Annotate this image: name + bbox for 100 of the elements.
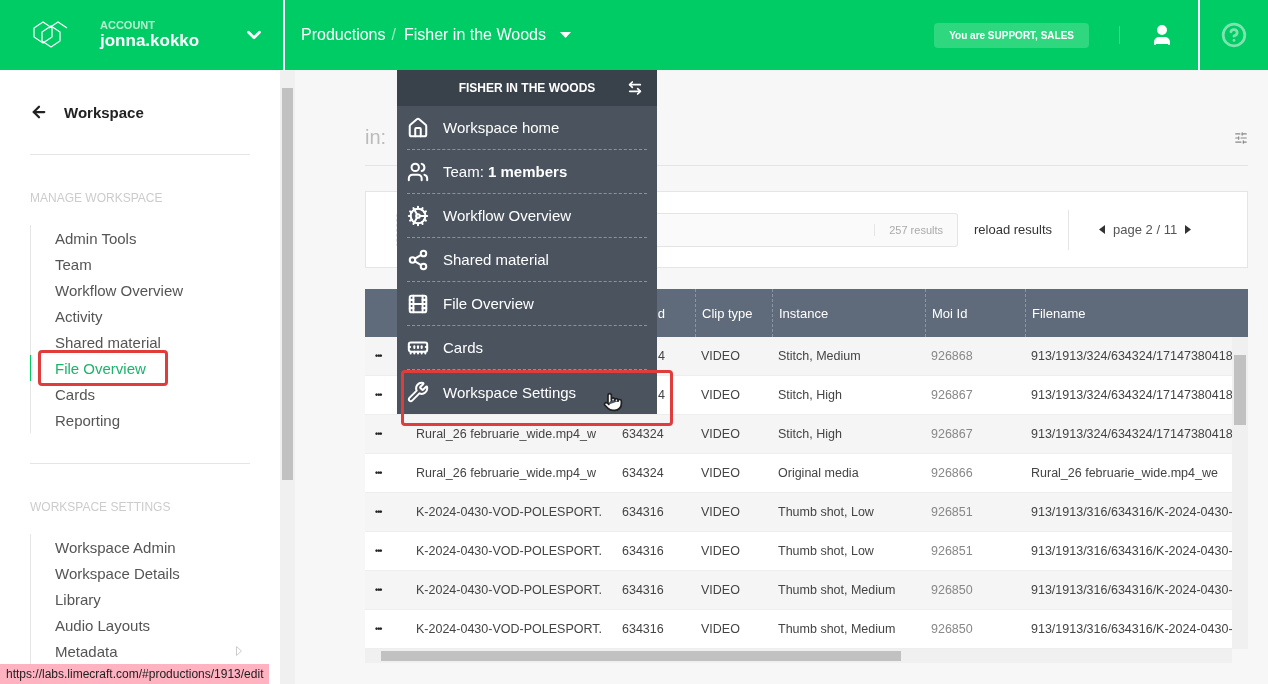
table-cell: 926868 bbox=[931, 349, 973, 363]
table-row[interactable]: ••• Rural_26 februarie_wide.mp4_w 634324 VIDEO Original media 926866 Rural_26 februarie_wide.mp4_we bbox=[365, 454, 1232, 493]
table-cell: 634324 bbox=[622, 427, 664, 441]
menu-item[interactable]: Workflow Overview bbox=[407, 194, 647, 238]
film-icon bbox=[407, 292, 429, 315]
share-icon bbox=[407, 248, 429, 271]
page-indicator: page 2 / 11 bbox=[1113, 222, 1178, 237]
table-cell: K-2024-0430-VOD-POLESPORT. bbox=[416, 544, 602, 558]
wrench-icon bbox=[407, 381, 429, 403]
table-cell: Stitch, High bbox=[778, 427, 842, 441]
menu-item[interactable]: Shared material bbox=[407, 238, 647, 282]
house-icon bbox=[407, 116, 429, 139]
table-cell: K-2024-0430-VOD-POLESPORT. bbox=[416, 505, 602, 519]
sidebar-item[interactable]: Reporting bbox=[30, 407, 250, 433]
menu-item[interactable]: File Overview bbox=[407, 282, 647, 326]
next-page-icon[interactable] bbox=[1185, 225, 1192, 234]
logo-icon[interactable] bbox=[32, 20, 68, 50]
menu-item[interactable]: Cards bbox=[407, 326, 647, 370]
account-name: jonna.kokko bbox=[100, 31, 201, 51]
previous-page-icon[interactable] bbox=[1099, 225, 1106, 234]
help-icon[interactable] bbox=[1221, 22, 1247, 48]
sidebar-item[interactable]: Audio Layouts bbox=[30, 612, 250, 638]
caret-icon[interactable] bbox=[559, 32, 571, 38]
table-cell: 913/1913/324/634324/17147380418 bbox=[1031, 427, 1233, 441]
row-actions[interactable]: ••• bbox=[375, 624, 382, 634]
column-header[interactable]: Instance bbox=[779, 305, 829, 321]
table-cell: K-2024-0430-VOD-POLESPORT. bbox=[416, 622, 602, 636]
sidebar-item[interactable]: Shared material bbox=[30, 329, 250, 355]
column-header[interactable]: d bbox=[657, 305, 665, 321]
filter-settings-icon[interactable] bbox=[1234, 130, 1248, 145]
swap-icon[interactable] bbox=[627, 80, 643, 96]
reload-button[interactable]: reload results bbox=[958, 209, 1070, 250]
table-cell: VIDEO bbox=[701, 427, 740, 441]
table-cell: 634316 bbox=[622, 544, 664, 558]
table-cell: 926851 bbox=[931, 505, 973, 519]
table-cell: 913/1913/316/634316/K-2024-0430- bbox=[1031, 583, 1233, 597]
table-cell: Thumb shot, Low bbox=[778, 505, 874, 519]
table-cell: Stitch, High bbox=[778, 388, 842, 402]
sidebar-item[interactable]: Library bbox=[30, 586, 250, 612]
row-actions[interactable]: ••• bbox=[375, 351, 382, 361]
table-cell: 926867 bbox=[931, 388, 973, 402]
table-cell: 926850 bbox=[931, 622, 973, 636]
role-badge: You are SUPPORT, SALES bbox=[934, 22, 1089, 48]
row-actions[interactable]: ••• bbox=[375, 507, 382, 517]
breadcrumb-separator: / bbox=[391, 26, 396, 44]
sidebar-item[interactable]: Team bbox=[30, 251, 250, 277]
table-cell: 4 bbox=[658, 388, 665, 402]
row-actions[interactable]: ••• bbox=[375, 585, 382, 595]
table-cell: VIDEO bbox=[701, 466, 740, 480]
sidebar-item[interactable]: Cards bbox=[30, 381, 250, 407]
table-cell: 634316 bbox=[622, 622, 664, 636]
table-cell: 913/1913/316/634316/K-2024-0430- bbox=[1031, 505, 1233, 519]
table-cell: Rural_26 februarie_wide.mp4_w bbox=[416, 466, 596, 480]
table-cell: K-2024-0430-VOD-POLESPORT. bbox=[416, 583, 602, 597]
row-actions[interactable]: ••• bbox=[375, 390, 382, 400]
scrollbar[interactable] bbox=[1232, 337, 1248, 649]
table-cell: VIDEO bbox=[701, 505, 740, 519]
table-cell: Rural_26 februarie_wide.mp4_we bbox=[1031, 466, 1218, 480]
table-cell: Thumb shot, Low bbox=[778, 544, 874, 558]
table-cell: Thumb shot, Medium bbox=[778, 583, 896, 597]
table-cell: 913/1913/316/634316/K-2024-0430- bbox=[1031, 622, 1233, 636]
sidebar-item[interactable]: Workspace Admin bbox=[30, 534, 250, 560]
column-header[interactable]: Moi Id bbox=[932, 305, 968, 321]
sidebar-item[interactable]: Workspace Details bbox=[30, 560, 250, 586]
scrollbar[interactable] bbox=[365, 649, 1232, 663]
table-cell: Original media bbox=[778, 466, 859, 480]
table-cell: 926866 bbox=[931, 466, 973, 480]
table-cell: 926851 bbox=[931, 544, 973, 558]
table-cell: Thumb shot, Medium bbox=[778, 622, 896, 636]
table-cell: 913/1913/316/634316/K-2024-0430- bbox=[1031, 544, 1233, 558]
table-cell: VIDEO bbox=[701, 544, 740, 558]
menu-item[interactable]: Team: 1 members bbox=[407, 150, 647, 194]
table-cell: 634316 bbox=[622, 505, 664, 519]
table-cell: 926850 bbox=[931, 583, 973, 597]
status-url: https://labs.limecraft.com/#productions/1913/edit bbox=[0, 664, 270, 684]
sidebar-item[interactable]: Activity bbox=[30, 303, 250, 329]
team-icon bbox=[407, 160, 429, 183]
column-header[interactable]: Filename bbox=[1032, 305, 1086, 321]
row-actions[interactable]: ••• bbox=[375, 429, 382, 439]
table-cell: 4 bbox=[658, 349, 665, 363]
row-actions[interactable]: ••• bbox=[375, 468, 382, 478]
menu-item[interactable]: Workspace home bbox=[407, 106, 647, 150]
row-actions[interactable]: ••• bbox=[375, 546, 382, 556]
back-link[interactable]: Workspace bbox=[64, 103, 144, 121]
table-cell: Rural_26 februarie_wide.mp4_w bbox=[416, 427, 596, 441]
table-cell: Stitch, Medium bbox=[778, 349, 861, 363]
table-cell: 634316 bbox=[622, 583, 664, 597]
table-cell: 926867 bbox=[931, 427, 973, 441]
scrollbar[interactable] bbox=[280, 70, 295, 684]
table-row[interactable]: ••• K-2024-0430-VOD-POLESPORT. 634316 VIDEO Thumb shot, Medium 926850 913/1913/316/634316/K-2024-0430- bbox=[365, 610, 1232, 649]
table-cell: 913/1913/324/634324/17147380418 bbox=[1031, 349, 1233, 363]
table-cell: 913/1913/324/634324/17147380418 bbox=[1031, 388, 1233, 402]
sidebar-item[interactable]: Workflow Overview bbox=[30, 277, 250, 303]
column-header[interactable]: Clip type bbox=[702, 305, 753, 321]
sidebar-item[interactable]: Admin Tools bbox=[30, 225, 250, 251]
table-cell: 634324 bbox=[622, 466, 664, 480]
table-row[interactable]: ••• K-2024-0430-VOD-POLESPORT. 634316 VIDEO Thumb shot, Low 926851 913/1913/316/634316/K-2024-0430- bbox=[365, 532, 1232, 571]
table-cell: VIDEO bbox=[701, 583, 740, 597]
table-cell: VIDEO bbox=[701, 349, 740, 363]
menu-title: FISHER IN THE WOODS bbox=[458, 81, 596, 95]
